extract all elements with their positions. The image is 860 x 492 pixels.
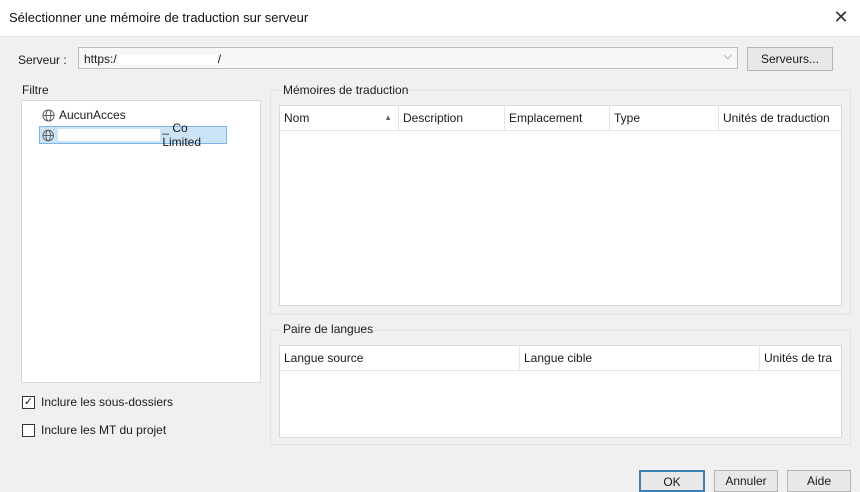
languages-label: Paire de langues: [281, 322, 376, 336]
server-value: https://: [84, 52, 222, 66]
checkbox-label: Inclure les MT du projet: [41, 423, 167, 437]
column-header-units[interactable]: Unités de tra: [760, 346, 843, 370]
title-bar: Sélectionner une mémoire de traduction s…: [0, 0, 860, 37]
column-header-nom[interactable]: Nom ▲: [280, 106, 399, 130]
window-title: Sélectionner une mémoire de traduction s…: [9, 10, 309, 25]
column-header-target-language[interactable]: Langue cible: [520, 346, 760, 370]
memories-header: Nom ▲ Description Emplacement Type Unité…: [280, 106, 841, 131]
column-header-units[interactable]: Unités de traduction: [719, 106, 843, 130]
checkbox-label: Inclure les sous-dossiers: [41, 395, 174, 409]
cancel-button[interactable]: Annuler: [714, 470, 778, 492]
tree-item-label: AucunAcces: [59, 108, 126, 122]
filter-tree[interactable]: AucunAcces _ Co Limited: [21, 100, 261, 383]
servers-button[interactable]: Serveurs...: [747, 47, 833, 71]
include-project-tm-checkbox[interactable]: Inclure les MT du projet: [22, 423, 166, 437]
server-select[interactable]: https:// ⌵: [78, 47, 738, 69]
ok-button[interactable]: OK: [639, 470, 705, 492]
server-label: Serveur :: [18, 53, 67, 67]
column-header-type[interactable]: Type: [610, 106, 719, 130]
column-header-source-language[interactable]: Langue source: [280, 346, 520, 370]
redaction-block: [58, 129, 161, 141]
include-subfolders-checkbox[interactable]: ✓ Inclure les sous-dossiers: [22, 395, 173, 409]
tree-item-label: _ Co Limited: [162, 121, 202, 149]
column-header-emplacement[interactable]: Emplacement: [505, 106, 610, 130]
tree-item-co-limited[interactable]: _ Co Limited: [39, 121, 227, 149]
languages-list[interactable]: Langue source Langue cible Unités de tra: [279, 345, 842, 438]
close-icon[interactable]: ✕: [830, 6, 852, 28]
globe-icon: [42, 108, 55, 122]
globe-icon: [42, 129, 54, 141]
checkbox-checked-icon[interactable]: ✓: [22, 395, 35, 409]
filter-label: Filtre: [22, 83, 49, 97]
help-button[interactable]: Aide: [787, 470, 851, 492]
memories-label: Mémoires de traduction: [281, 83, 411, 97]
sort-ascending-icon: ▲: [384, 113, 392, 122]
tree-item-aucunacces[interactable]: AucunAcces: [40, 106, 126, 124]
languages-header: Langue source Langue cible Unités de tra: [280, 346, 841, 371]
checkbox-unchecked-icon[interactable]: [22, 423, 35, 437]
memories-list[interactable]: Nom ▲ Description Emplacement Type Unité…: [279, 105, 842, 306]
chevron-down-icon[interactable]: ⌵: [724, 50, 732, 63]
column-header-description[interactable]: Description: [399, 106, 505, 130]
redaction-block: [117, 54, 218, 65]
